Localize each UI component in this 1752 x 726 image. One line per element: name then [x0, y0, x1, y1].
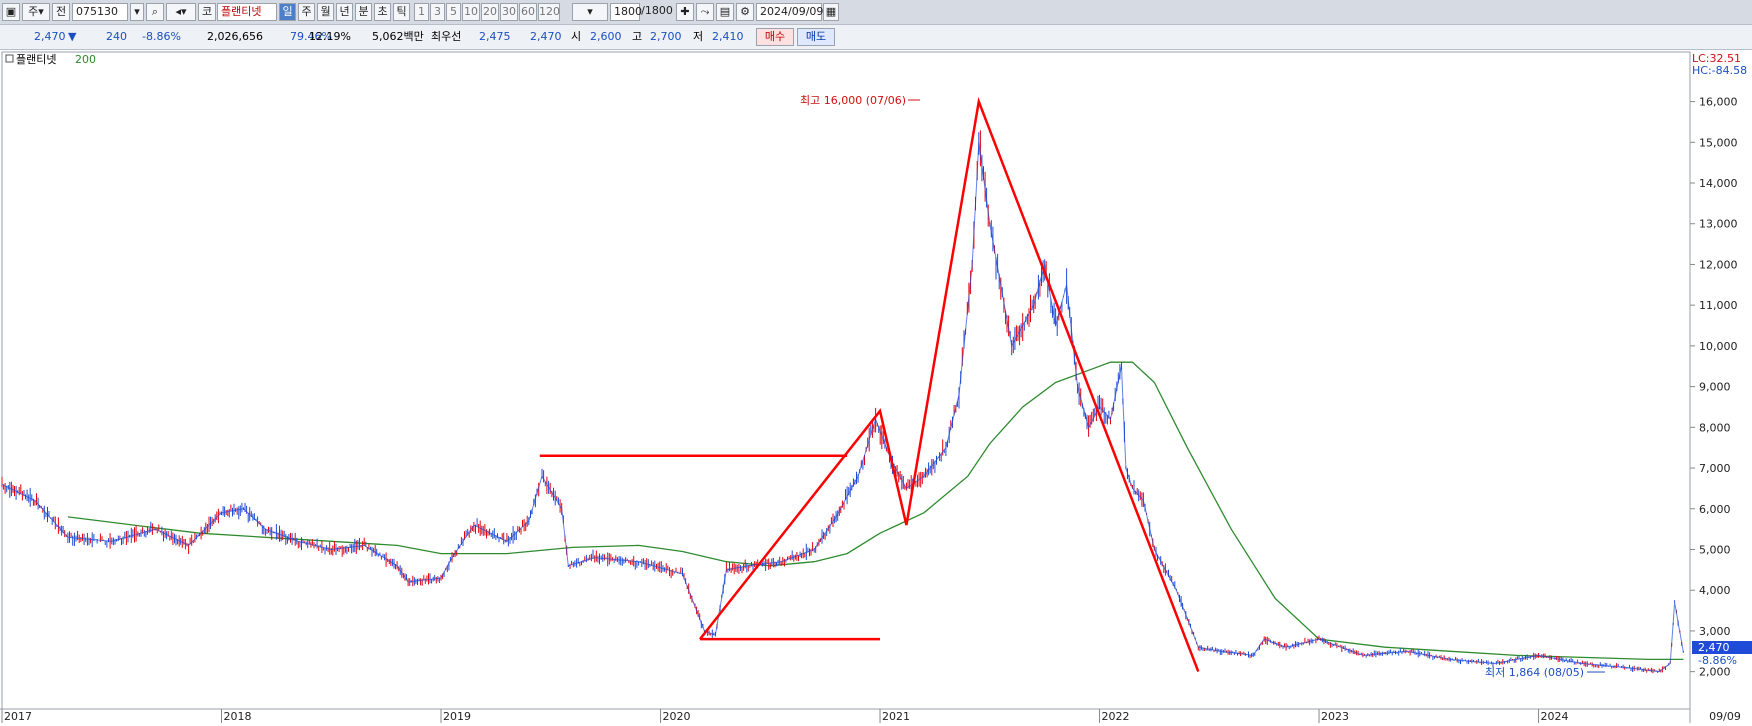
calendar-icon[interactable]: ▦ — [823, 3, 839, 21]
legend: 플랜티넷 200 — [5, 53, 96, 66]
sound-icon[interactable]: ◂▾ — [166, 3, 196, 21]
interval-button-5[interactable]: 30 — [500, 3, 518, 21]
trend-icon[interactable]: ⤳ — [696, 3, 714, 21]
x-tick-label: 2023 — [1321, 710, 1349, 723]
x-tick-label: 2018 — [224, 710, 252, 723]
best-ask: 2,475 — [479, 30, 511, 43]
y-tick-label: 8,000 — [1699, 421, 1731, 434]
period-tab-1[interactable]: 주 — [298, 3, 315, 21]
y-tick-label: 6,000 — [1699, 503, 1731, 516]
legend-ma: 200 — [75, 53, 96, 66]
blank-dropdown[interactable]: ▾ — [572, 3, 608, 21]
crosshair-icon[interactable]: ✚ — [676, 3, 694, 21]
y-tick-label: 2,000 — [1699, 666, 1731, 679]
x-tick-label: 2020 — [663, 710, 691, 723]
chart-settings-icon[interactable]: ▣ — [2, 3, 20, 21]
y-tick-label: 9,000 — [1699, 381, 1731, 394]
period-tab-2[interactable]: 월 — [317, 3, 334, 21]
y-tick-label: 16,000 — [1699, 96, 1738, 109]
period-tab-6[interactable]: 틱 — [393, 3, 410, 21]
price-change: 240 — [106, 30, 127, 43]
low-annotation: 최저 1,864 (08/05) — [1485, 666, 1584, 679]
interval-button-0[interactable]: 1 — [414, 3, 429, 21]
x-tick-label: 2021 — [882, 710, 910, 723]
chart-canvas: 플랜티넷 200 2,000 3,000 4,000 5,000 6,000 7,000 8… — [0, 51, 1752, 723]
period-tab-5[interactable]: 초 — [374, 3, 391, 21]
quote-bar: 2,470 ▼ 240 -8.86% 2,026,656 79.46% 12.1… — [0, 25, 1752, 50]
chart-toolbar: ▣ 주▾ 전 075130 ▾ ⌕ ◂▾ 코 플랜티넷 ▾ 1800 /1800… — [0, 0, 1752, 25]
interval-button-6[interactable]: 60 — [519, 3, 537, 21]
y-tick-label: 3,000 — [1699, 625, 1731, 638]
plot-area — [1, 51, 1691, 710]
change-percent: -8.86% — [142, 30, 181, 43]
y-tick-label: 11,000 — [1699, 299, 1738, 312]
legend-name: 플랜티넷 — [16, 53, 56, 66]
interval-button-4[interactable]: 20 — [481, 3, 499, 21]
y-tick-label: 7,000 — [1699, 462, 1731, 475]
x-tick-label: 2022 — [1102, 710, 1130, 723]
y-tick-label: 13,000 — [1699, 218, 1738, 231]
x-tick-label: 2024 — [1541, 710, 1569, 723]
open-price: 2,600 — [590, 30, 622, 43]
ratio2: 12.19% — [309, 30, 351, 43]
interval-button-3[interactable]: 10 — [462, 3, 480, 21]
interval-button-7[interactable]: 120 — [538, 3, 560, 21]
current-price: 2,470 — [34, 30, 66, 43]
type-label: 주 — [28, 5, 39, 18]
chevron-down-icon[interactable]: ▾ — [130, 3, 144, 21]
best-quote-label: 최우선 — [431, 30, 462, 43]
high-label: 고 — [632, 30, 643, 43]
count-total: /1800 — [641, 4, 673, 17]
interval-button-1[interactable]: 3 — [430, 3, 445, 21]
type-dropdown[interactable]: 주▾ — [22, 3, 50, 21]
hc-label: HC:-84.58 — [1692, 64, 1747, 77]
buy-button[interactable]: 매수 — [756, 28, 794, 46]
open-label: 시 — [571, 30, 582, 43]
trade-amount: 5,062백만 — [372, 30, 424, 43]
gear-icon[interactable]: ⚙ — [736, 3, 754, 21]
current-pct-label: -8.86% — [1698, 654, 1737, 667]
low-price: 2,410 — [712, 30, 744, 43]
period-tab-0[interactable]: 일 — [279, 3, 296, 21]
interval-button-2[interactable]: 5 — [446, 3, 461, 21]
best-bid: 2,470 — [530, 30, 562, 43]
prev-button[interactable]: 전 — [52, 3, 70, 21]
x-tick-label: 09/09 — [1709, 710, 1741, 723]
low-label: 저 — [693, 30, 704, 43]
stock-name[interactable]: 플랜티넷 — [217, 3, 277, 21]
y-tick-label: 10,000 — [1699, 340, 1738, 353]
date-input[interactable]: 2024/09/09 — [756, 3, 823, 21]
down-arrow-icon: ▼ — [68, 30, 77, 43]
x-tick-label: 2017 — [4, 710, 32, 723]
y-tick-label: 5,000 — [1699, 543, 1731, 556]
save-icon[interactable]: ▤ — [716, 3, 734, 21]
period-tab-4[interactable]: 분 — [355, 3, 372, 21]
price-chart[interactable]: 플랜티넷 200 2,000 3,000 4,000 5,000 6,000 7,000 8… — [0, 50, 1752, 723]
search-icon[interactable]: ⌕ — [146, 3, 164, 21]
y-tick-label: 12,000 — [1699, 258, 1738, 271]
sell-button[interactable]: 매도 — [797, 28, 835, 46]
x-tick-label: 2019 — [443, 710, 471, 723]
period-tab-3[interactable]: 년 — [336, 3, 353, 21]
high-price: 2,700 — [650, 30, 682, 43]
y-tick-label: 14,000 — [1699, 177, 1738, 190]
y-tick-label: 15,000 — [1699, 136, 1738, 149]
code-input[interactable]: 075130 — [72, 3, 128, 21]
market-badge[interactable]: 코 — [198, 3, 216, 21]
volume: 2,026,656 — [207, 30, 263, 43]
high-annotation: 최고 16,000 (07/06) — [800, 94, 906, 107]
current-price-label: 2,470 — [1698, 641, 1730, 654]
y-tick-label: 4,000 — [1699, 584, 1731, 597]
count-input[interactable]: 1800 — [610, 3, 642, 21]
